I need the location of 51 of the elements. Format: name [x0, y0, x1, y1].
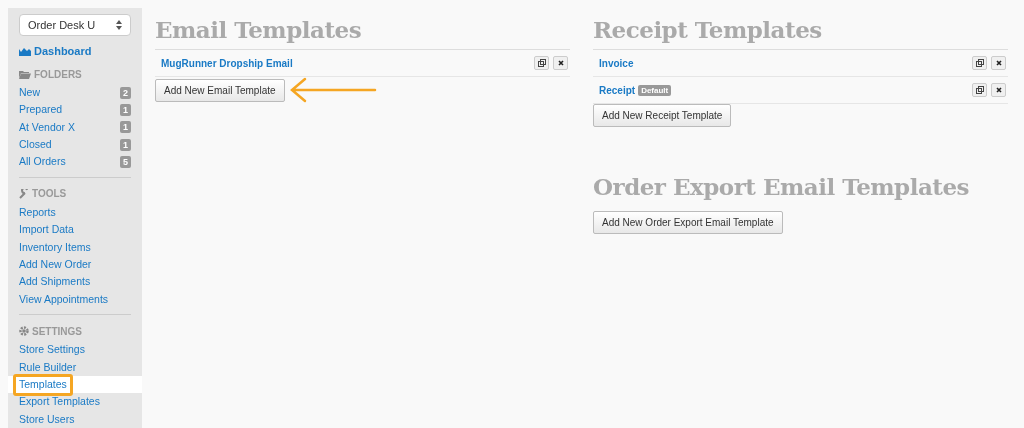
sidebar-item[interactable]: New 2 [8, 84, 142, 102]
add-template-button[interactable]: Add New Receipt Template [593, 104, 732, 127]
section-title: Receipt Templates [593, 14, 1008, 50]
chart-icon [19, 46, 31, 56]
section-heading: SETTINGS [32, 324, 82, 339]
section-title: Order Export Email Templates [593, 172, 971, 202]
store-select[interactable]: Order Desk U [19, 14, 131, 36]
count-badge: 1 [120, 138, 131, 151]
section-heading: FOLDERS [34, 67, 82, 82]
sidebar-item[interactable]: Add Shipments [8, 273, 142, 291]
copy-button[interactable] [972, 56, 987, 70]
sidebar-item[interactable]: Import Data [8, 221, 142, 239]
copy-icon [975, 86, 984, 94]
sidebar-item[interactable]: Closed 1 [8, 136, 142, 154]
copy-icon [537, 59, 546, 67]
close-button[interactable] [991, 56, 1006, 70]
count-badge: 1 [120, 121, 131, 134]
template-link[interactable]: MugRunner Dropship Email [161, 55, 293, 71]
copy-button[interactable] [972, 83, 987, 97]
copy-icon [975, 59, 984, 67]
sidebar-item[interactable]: Export Templates [8, 393, 142, 411]
close-button[interactable] [991, 83, 1006, 97]
close-icon [557, 60, 564, 66]
sidebar-item[interactable]: Store Settings [8, 341, 142, 359]
section-heading: TOOLS [32, 187, 67, 202]
count-badge: 2 [120, 86, 131, 99]
sidebar-item[interactable]: Templates [8, 376, 142, 394]
count-badge: 5 [120, 156, 131, 169]
section-title: Email Templates [155, 14, 570, 50]
close-icon [995, 87, 1002, 93]
folder-icon [19, 69, 31, 79]
add-template-button[interactable]: Add New Email Template [155, 78, 285, 102]
copy-button[interactable] [534, 56, 549, 70]
sidebar-item[interactable]: At Vendor X 1 [8, 118, 142, 137]
count-badge: 1 [120, 104, 131, 117]
sidebar-item[interactable]: Inventory Items [8, 238, 142, 257]
dashboard-link[interactable]: Dashboard [34, 42, 92, 60]
updown-icon [116, 20, 122, 30]
template-link[interactable]: Invoice [599, 55, 634, 71]
sidebar-item[interactable]: Reports [8, 203, 142, 222]
sidebar-item[interactable]: Rule Builder [8, 358, 142, 377]
close-button[interactable] [553, 56, 568, 70]
sidebar-item[interactable]: Store Users [8, 410, 142, 428]
sidebar-item[interactable]: Add New Order [8, 256, 142, 274]
default-badge: Default [638, 84, 672, 96]
sidebar-item[interactable]: All Orders 5 [8, 153, 142, 171]
template-link[interactable]: Receipt [599, 82, 636, 98]
close-icon [995, 60, 1002, 66]
add-template-button[interactable]: Add New Order Export Email Template [593, 211, 783, 234]
sidebar-item[interactable]: View Appointments [8, 290, 142, 309]
sidebar-item[interactable]: Prepared 1 [8, 101, 142, 119]
